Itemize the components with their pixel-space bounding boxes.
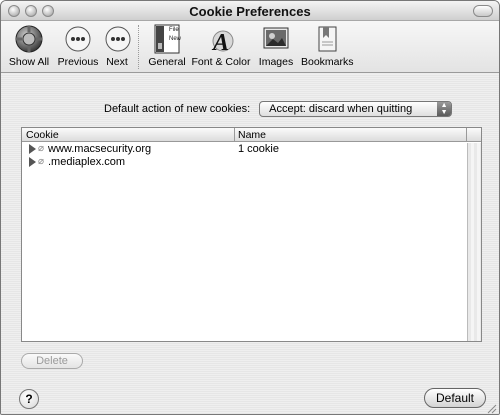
toolbar-separator: [138, 25, 139, 69]
column-divider-right: [466, 128, 467, 142]
toolbar-next-button[interactable]: Next: [102, 24, 132, 68]
default-action-row: Default action of new cookies: Accept: d…: [104, 101, 453, 117]
cookie-count: 1 cookie: [238, 143, 279, 155]
toolbar-toggle-button[interactable]: [473, 5, 493, 17]
popup-arrows-icon: ▲ ▼: [437, 102, 452, 116]
toolbar-general-label: General: [148, 56, 186, 68]
general-prefs-icon: File New: [151, 24, 183, 54]
images-icon: [260, 24, 292, 54]
toolbar-font-color-button[interactable]: A Font & Color: [191, 24, 251, 68]
default-action-value: Accept: discard when quitting: [269, 103, 413, 115]
general-icon-text-file: File: [169, 27, 179, 33]
cookie-table[interactable]: Cookie Name ⌀ www.macsecurity.org 1 cook…: [21, 127, 482, 342]
cookie-table-header: Cookie Name: [22, 128, 481, 142]
toolbar-previous-button[interactable]: Previous: [57, 24, 99, 68]
toolbar-bookmarks-button[interactable]: Bookmarks: [301, 24, 354, 68]
toolbar-show-all-label: Show All: [8, 56, 50, 68]
default-action-label: Default action of new cookies:: [104, 103, 251, 115]
table-row[interactable]: ⌀ .mediaplex.com: [22, 156, 469, 169]
delete-button[interactable]: Delete: [21, 353, 83, 369]
default-action-popup[interactable]: Accept: discard when quitting ▲ ▼: [259, 101, 453, 117]
cookie-domain: .mediaplex.com: [48, 156, 126, 168]
toolbar-images-label: Images: [258, 56, 294, 68]
toolbar-font-color-label: Font & Color: [191, 56, 251, 68]
preferences-pane: Default action of new cookies: Accept: d…: [1, 74, 499, 414]
show-all-icon: [13, 24, 45, 54]
cookie-table-rows: ⌀ www.macsecurity.org 1 cookie ⌀ .mediap…: [22, 143, 469, 169]
disclosure-triangle-icon[interactable]: [29, 157, 36, 167]
toolbar-bookmarks-label: Bookmarks: [301, 56, 354, 68]
toolbar: Show All Previous Next File New General …: [1, 21, 499, 73]
toolbar-show-all-button[interactable]: Show All: [8, 24, 50, 68]
bookmarks-icon: [311, 24, 343, 54]
toolbar-images-button[interactable]: Images: [257, 24, 295, 68]
resize-grip-icon[interactable]: [485, 402, 497, 414]
no-entry-icon: ⌀: [38, 143, 45, 154]
toolbar-general-button[interactable]: File New General: [148, 24, 186, 68]
table-row[interactable]: ⌀ www.macsecurity.org 1 cookie: [22, 143, 469, 156]
toolbar-previous-label: Previous: [57, 56, 99, 68]
next-arrow-icon: [102, 24, 134, 54]
svg-text:A: A: [211, 30, 229, 54]
help-button[interactable]: ?: [19, 389, 39, 409]
column-header-cookie[interactable]: Cookie: [22, 129, 59, 141]
toolbar-next-label: Next: [106, 56, 128, 68]
window-title: Cookie Preferences: [189, 4, 311, 19]
cookie-domain: www.macsecurity.org: [48, 143, 152, 155]
column-header-name[interactable]: Name: [234, 129, 266, 141]
title-bar: Cookie Preferences: [1, 1, 499, 21]
default-button[interactable]: Default: [424, 388, 486, 408]
font-color-icon: A: [205, 24, 237, 56]
preferences-window: Cookie Preferences Show All Previous Nex…: [0, 0, 500, 415]
disclosure-triangle-icon[interactable]: [29, 144, 36, 154]
general-icon-text-new: New: [169, 36, 182, 42]
previous-arrow-icon: [62, 24, 94, 54]
no-entry-icon: ⌀: [38, 156, 45, 167]
vertical-scrollbar[interactable]: [467, 143, 481, 341]
